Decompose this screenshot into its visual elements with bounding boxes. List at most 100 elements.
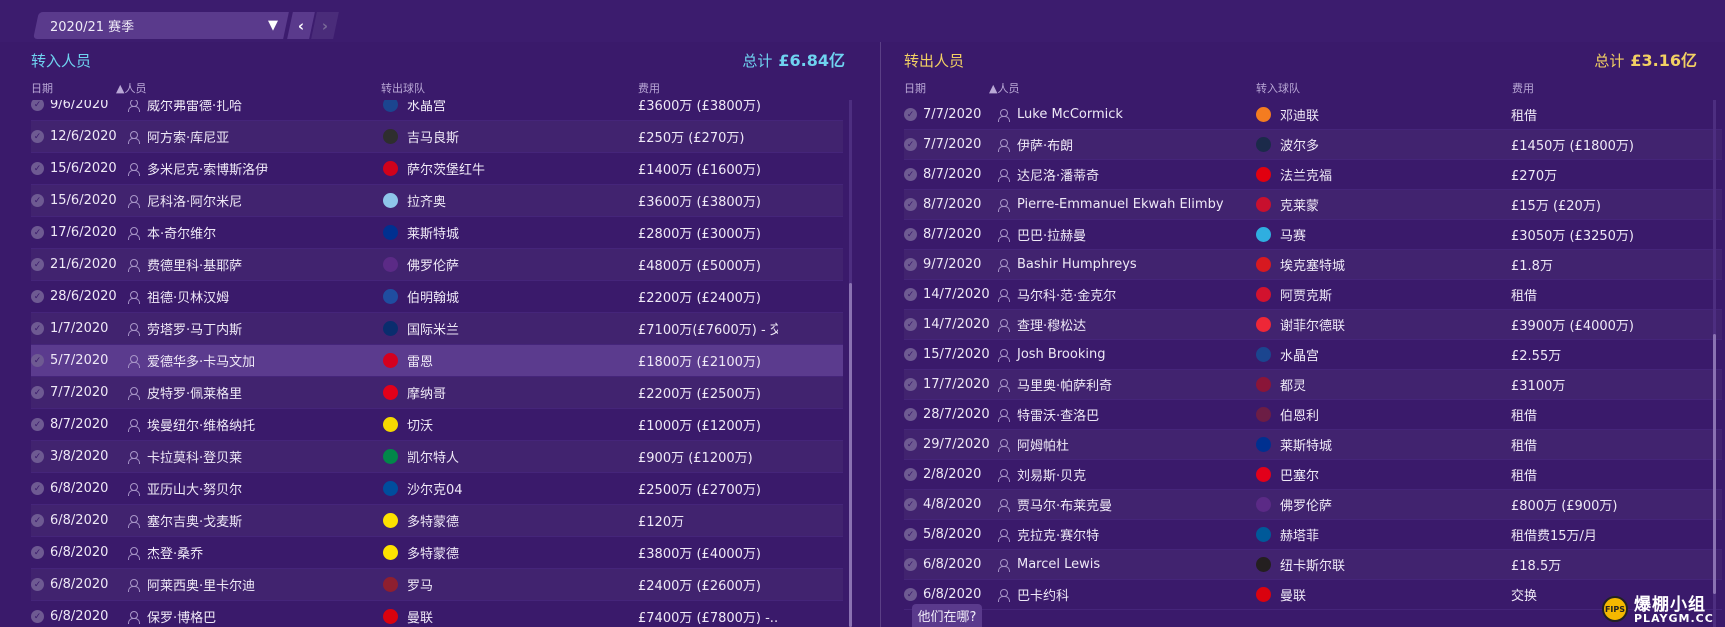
club-cell[interactable]: 水晶宫 (383, 100, 446, 120)
player-name[interactable]: 贾马尔·布莱克曼 (1017, 495, 1112, 514)
player-name[interactable]: 伊萨·布朗 (1017, 135, 1073, 154)
club-name[interactable]: 波尔多 (1280, 135, 1319, 154)
club-name[interactable]: 法兰克福 (1280, 165, 1332, 184)
player-name[interactable]: 多米尼克·索博斯洛伊 (147, 159, 268, 178)
table-row[interactable]: ✓ 15/6/2020 多米尼克·索博斯洛伊 萨尔茨堡红牛 £1400万 (£1600万… (31, 153, 843, 185)
player-name[interactable]: 劳塔罗·马丁内斯 (147, 319, 242, 338)
club-cell[interactable]: 沙尔克04 (383, 473, 463, 504)
player-name[interactable]: 埃曼纽尔·维格纳托 (147, 415, 255, 434)
person-cell[interactable]: 塞尔吉奥·戈麦斯 (128, 505, 242, 536)
person-cell[interactable]: 马里奥·帕萨利奇 (998, 370, 1112, 399)
player-name[interactable]: 巴卡约科 (1017, 585, 1069, 604)
club-name[interactable]: 水晶宫 (1280, 345, 1319, 364)
person-cell[interactable]: 爱德华多·卡马文加 (128, 345, 255, 376)
column-person[interactable]: ▲人员 (116, 80, 146, 96)
person-cell[interactable]: 尼科洛·阿尔米尼 (128, 185, 242, 216)
club-cell[interactable]: 曼联 (1256, 580, 1306, 609)
person-cell[interactable]: Pierre-Emmanuel Ekwah Elimby (998, 190, 1224, 219)
table-row[interactable]: ✓ 7/7/2020 伊萨·布朗 波尔多 £1450万 (£1800万) (904, 130, 1722, 160)
table-row[interactable]: ✓ 1/7/2020 劳塔罗·马丁内斯 国际米兰 £7100万(£7600万) - 交.… (31, 313, 843, 345)
player-name[interactable]: 祖德·贝林汉姆 (147, 287, 229, 306)
person-cell[interactable]: 伊萨·布朗 (998, 130, 1073, 159)
club-cell[interactable]: 波尔多 (1256, 130, 1319, 159)
table-row[interactable]: ✓ 6/8/2020 阿莱西奥·里卡尔迪 罗马 £2400万 (£2600万) (31, 569, 843, 601)
club-name[interactable]: 莱斯特城 (407, 223, 459, 242)
club-name[interactable]: 巴塞尔 (1280, 465, 1319, 484)
player-name[interactable]: 克拉克·赛尔特 (1017, 525, 1099, 544)
club-name[interactable]: 克莱蒙 (1280, 195, 1319, 214)
club-name[interactable]: 拉齐奥 (407, 191, 446, 210)
club-name[interactable]: 赫塔菲 (1280, 525, 1319, 544)
club-cell[interactable]: 摩纳哥 (383, 377, 446, 408)
table-row[interactable]: ✓ 17/7/2020 马里奥·帕萨利奇 都灵 £3100万 (904, 370, 1722, 400)
club-cell[interactable]: 雷恩 (383, 345, 433, 376)
table-row[interactable]: ✓ 8/7/2020 Pierre-Emmanuel Ekwah Elimby 克莱蒙… (904, 190, 1722, 220)
club-name[interactable]: 阿贾克斯 (1280, 285, 1332, 304)
table-row[interactable]: ✓ 9/6/2020 威尔弗雷德·扎哈 水晶宫 £3600万 (£3800万) (31, 100, 843, 121)
previous-season-button[interactable]: ‹ (287, 12, 315, 39)
person-cell[interactable]: 贾马尔·布莱克曼 (998, 490, 1112, 519)
player-name[interactable]: 阿莱西奥·里卡尔迪 (147, 575, 255, 594)
club-name[interactable]: 莱斯特城 (1280, 435, 1332, 454)
person-cell[interactable]: 多米尼克·索博斯洛伊 (128, 153, 268, 184)
club-cell[interactable]: 吉马良斯 (383, 121, 459, 152)
club-name[interactable]: 佛罗伦萨 (407, 255, 459, 274)
club-name[interactable]: 凯尔特人 (407, 447, 459, 466)
player-name[interactable]: 本·奇尔维尔 (147, 223, 216, 242)
column-date[interactable]: 日期 (904, 80, 926, 96)
player-name[interactable]: 马里奥·帕萨利奇 (1017, 375, 1112, 394)
club-cell[interactable]: 法兰克福 (1256, 160, 1332, 189)
player-name[interactable]: 费德里科·基耶萨 (147, 255, 242, 274)
person-cell[interactable]: 祖德·贝林汉姆 (128, 281, 229, 312)
table-row[interactable]: ✓ 6/8/2020 塞尔吉奥·戈麦斯 多特蒙德 £120万 (31, 505, 843, 537)
outgoing-scrollbar-thumb[interactable] (1713, 334, 1716, 594)
person-cell[interactable]: 特雷沃·查洛巴 (998, 400, 1099, 429)
person-cell[interactable]: 威尔弗雷德·扎哈 (128, 100, 242, 120)
club-cell[interactable]: 巴塞尔 (1256, 460, 1319, 489)
table-row[interactable]: ✓ 4/8/2020 贾马尔·布莱克曼 佛罗伦萨 £800万 (£900万) (904, 490, 1722, 520)
table-row[interactable]: ✓ 12/6/2020 阿方索·库尼亚 吉马良斯 £250万 (£270万) (31, 121, 843, 153)
season-dropdown[interactable]: 2020/21 赛季 ▼ (33, 12, 289, 39)
club-cell[interactable]: 拉齐奥 (383, 185, 446, 216)
column-fee[interactable]: 费用 (1512, 80, 1534, 96)
club-cell[interactable]: 凯尔特人 (383, 441, 459, 472)
club-name[interactable]: 萨尔茨堡红牛 (407, 159, 485, 178)
column-fee[interactable]: 费用 (638, 80, 660, 96)
club-name[interactable]: 曼联 (407, 607, 433, 626)
player-name[interactable]: 威尔弗雷德·扎哈 (147, 100, 242, 114)
column-person[interactable]: ▲人员 (989, 80, 1019, 96)
table-row[interactable]: ✓ 8/7/2020 达尼洛·潘蒂奇 法兰克福 £270万 (904, 160, 1722, 190)
player-name[interactable]: 阿方索·库尼亚 (147, 127, 229, 146)
person-cell[interactable]: 达尼洛·潘蒂奇 (998, 160, 1099, 189)
person-cell[interactable]: 本·奇尔维尔 (128, 217, 216, 248)
player-name[interactable]: 塞尔吉奥·戈麦斯 (147, 511, 242, 530)
club-cell[interactable]: 曼联 (383, 601, 433, 627)
person-cell[interactable]: Marcel Lewis (998, 550, 1100, 579)
person-cell[interactable]: 阿莱西奥·里卡尔迪 (128, 569, 255, 600)
table-row[interactable]: ✓ 8/7/2020 埃曼纽尔·维格纳托 切沃 £1000万 (£1200万) (31, 409, 843, 441)
club-cell[interactable]: 邓迪联 (1256, 100, 1319, 129)
player-name[interactable]: 卡拉莫科·登贝莱 (147, 447, 242, 466)
club-name[interactable]: 马赛 (1280, 225, 1306, 244)
person-cell[interactable]: 巴巴·拉赫曼 (998, 220, 1086, 249)
player-name[interactable]: 尼科洛·阿尔米尼 (147, 191, 242, 210)
person-cell[interactable]: 杰登·桑乔 (128, 537, 203, 568)
person-cell[interactable]: 克拉克·赛尔特 (998, 520, 1099, 549)
player-name[interactable]: 特雷沃·查洛巴 (1017, 405, 1099, 424)
club-cell[interactable]: 萨尔茨堡红牛 (383, 153, 485, 184)
club-name[interactable]: 多特蒙德 (407, 511, 459, 530)
club-name[interactable]: 曼联 (1280, 585, 1306, 604)
table-row[interactable]: ✓ 6/8/2020 Marcel Lewis 纽卡斯尔联 £18.5万 (904, 550, 1722, 580)
person-cell[interactable]: 皮特罗·佩莱格里 (128, 377, 242, 408)
player-name[interactable]: Bashir Humphreys (1017, 257, 1137, 272)
club-cell[interactable]: 多特蒙德 (383, 505, 459, 536)
club-cell[interactable]: 佛罗伦萨 (383, 249, 459, 280)
club-cell[interactable]: 莱斯特城 (1256, 430, 1332, 459)
table-row[interactable]: ✓ 9/7/2020 Bashir Humphreys 埃克塞特城 £1.8万 (904, 250, 1722, 280)
table-row[interactable]: ✓ 15/7/2020 Josh Brooking 水晶宫 £2.55万 (904, 340, 1722, 370)
club-name[interactable]: 摩纳哥 (407, 383, 446, 402)
person-cell[interactable]: 刘易斯·贝克 (998, 460, 1086, 489)
club-cell[interactable]: 都灵 (1256, 370, 1306, 399)
person-cell[interactable]: 查理·穆松达 (998, 310, 1086, 339)
person-cell[interactable]: 阿姆帕杜 (998, 430, 1069, 459)
